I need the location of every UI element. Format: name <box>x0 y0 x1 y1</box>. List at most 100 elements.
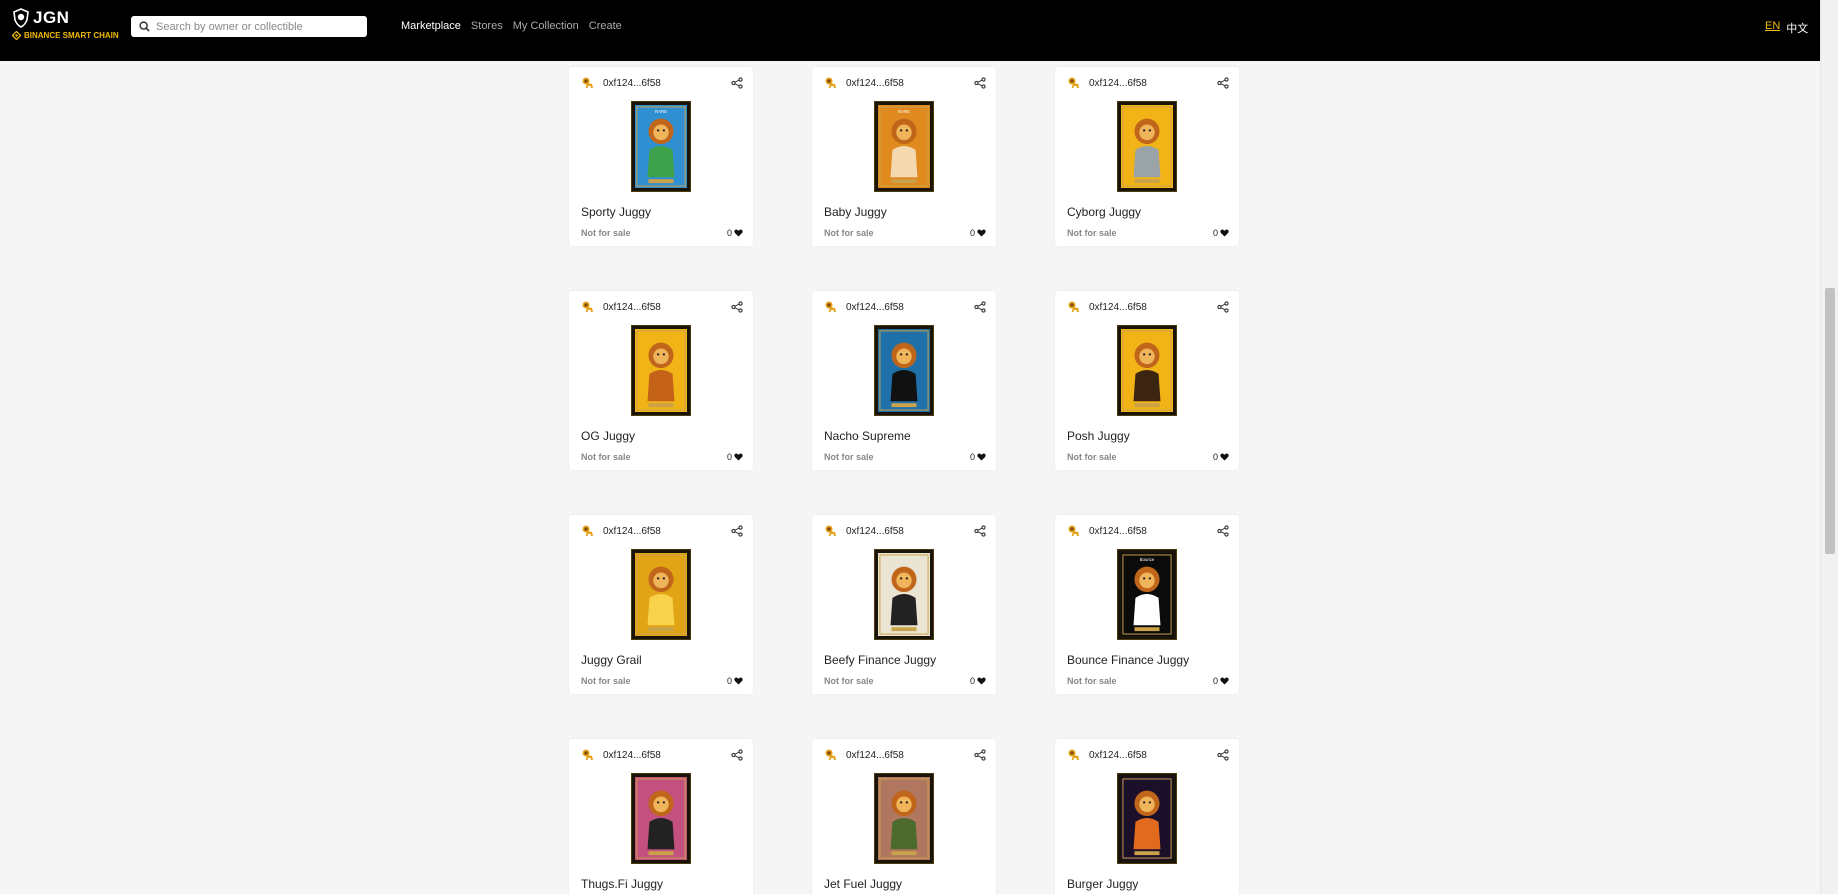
share-icon[interactable] <box>1217 525 1229 537</box>
juggy-artwork <box>1121 329 1173 412</box>
like-counter[interactable]: 0 <box>1213 452 1229 462</box>
collectible-card[interactable]: 0xf124...6f58 Juggy Grail Not for sale 0 <box>569 515 753 694</box>
share-icon[interactable] <box>1217 77 1229 89</box>
heart-icon[interactable] <box>734 677 743 685</box>
owner-address[interactable]: 0xf124...6f58 <box>603 526 731 537</box>
collectible-card[interactable]: 0xf124...6f58 RARE Baby Juggy Not for sa… <box>812 67 996 246</box>
collectible-card[interactable]: 0xf124...6f58 Nacho Supreme Not for sale… <box>812 291 996 470</box>
collectible-card[interactable]: 0xf124...6f58 Beefy Finance Juggy Not fo… <box>812 515 996 694</box>
collectible-name[interactable]: Baby Juggy <box>824 205 887 219</box>
heart-icon[interactable] <box>977 453 986 461</box>
share-icon[interactable] <box>974 525 986 537</box>
like-counter[interactable]: 0 <box>727 452 743 462</box>
nav-create[interactable]: Create <box>589 20 622 32</box>
juggy-artwork <box>878 777 930 860</box>
collectible-image[interactable] <box>631 549 691 640</box>
owner-avatar-icon <box>582 77 593 88</box>
heart-icon[interactable] <box>977 677 986 685</box>
collectible-name[interactable]: Juggy Grail <box>581 653 642 667</box>
like-counter[interactable]: 0 <box>727 676 743 686</box>
collectible-image[interactable] <box>631 773 691 864</box>
collectible-image[interactable]: RARE <box>631 101 691 192</box>
owner-address[interactable]: 0xf124...6f58 <box>603 302 731 313</box>
heart-icon[interactable] <box>1220 229 1229 237</box>
jgn-logo[interactable]: JGN BINANCE SMART CHAIN <box>12 8 127 48</box>
collectible-image[interactable] <box>1117 773 1177 864</box>
owner-address[interactable]: 0xf124...6f58 <box>846 526 974 537</box>
share-icon[interactable] <box>974 749 986 761</box>
like-counter[interactable]: 0 <box>727 228 743 238</box>
collectible-image[interactable] <box>874 773 934 864</box>
search-box[interactable] <box>131 16 367 37</box>
owner-address[interactable]: 0xf124...6f58 <box>846 302 974 313</box>
nav-stores[interactable]: Stores <box>471 20 503 32</box>
collectible-card[interactable]: 0xf124...6f58 OG Juggy Not for sale 0 <box>569 291 753 470</box>
collectible-name[interactable]: Sporty Juggy <box>581 205 651 219</box>
share-icon[interactable] <box>974 301 986 313</box>
collectible-card[interactable]: 0xf124...6f58 Cyborg Juggy Not for sale … <box>1055 67 1239 246</box>
collectible-card[interactable]: 0xf124...6f58 Burger Juggy <box>1055 739 1239 894</box>
collectible-image[interactable] <box>874 549 934 640</box>
like-counter[interactable]: 0 <box>970 452 986 462</box>
share-icon[interactable] <box>1217 749 1229 761</box>
like-counter[interactable]: 0 <box>1213 676 1229 686</box>
like-counter[interactable]: 0 <box>970 676 986 686</box>
juggy-artwork <box>1121 105 1173 188</box>
share-icon[interactable] <box>974 77 986 89</box>
collectible-name[interactable]: Thugs.Fi Juggy <box>581 877 663 891</box>
collectible-card[interactable]: 0xf124...6f58 RARE Sporty Juggy Not for … <box>569 67 753 246</box>
share-icon[interactable] <box>731 749 743 761</box>
heart-icon[interactable] <box>977 229 986 237</box>
collectible-card[interactable]: 0xf124...6f58 Jet Fuel Juggy <box>812 739 996 894</box>
collectible-image[interactable] <box>1117 325 1177 416</box>
share-icon[interactable] <box>731 77 743 89</box>
collectible-card[interactable]: 0xf124...6f58 Thugs.Fi Juggy <box>569 739 753 894</box>
heart-icon[interactable] <box>734 229 743 237</box>
collectible-image[interactable]: Bounce <box>1117 549 1177 640</box>
collectible-name[interactable]: Nacho Supreme <box>824 429 911 443</box>
owner-address[interactable]: 0xf124...6f58 <box>1089 750 1217 761</box>
search-input[interactable] <box>156 20 356 33</box>
lang-en[interactable]: EN <box>1765 20 1780 36</box>
lang-zh[interactable]: 中文 <box>1786 20 1808 36</box>
collectible-name[interactable]: OG Juggy <box>581 429 635 443</box>
collectible-image[interactable] <box>1117 101 1177 192</box>
owner-address[interactable]: 0xf124...6f58 <box>603 750 731 761</box>
juggy-artwork <box>635 777 687 860</box>
owner-avatar-icon <box>825 301 836 312</box>
nav-my-collection[interactable]: My Collection <box>513 20 579 32</box>
share-icon[interactable] <box>731 525 743 537</box>
page-scrollbar[interactable] <box>1820 0 1838 894</box>
owner-address[interactable]: 0xf124...6f58 <box>846 750 974 761</box>
collectible-name[interactable]: Beefy Finance Juggy <box>824 653 936 667</box>
heart-icon[interactable] <box>734 453 743 461</box>
owner-address[interactable]: 0xf124...6f58 <box>1089 302 1217 313</box>
collectible-image[interactable] <box>631 325 691 416</box>
owner-address[interactable]: 0xf124...6f58 <box>1089 526 1217 537</box>
collectible-name[interactable]: Posh Juggy <box>1067 429 1130 443</box>
owner-address[interactable]: 0xf124...6f58 <box>603 78 731 89</box>
heart-icon[interactable] <box>1220 453 1229 461</box>
collectible-card[interactable]: 0xf124...6f58 Posh Juggy Not for sale 0 <box>1055 291 1239 470</box>
share-icon[interactable] <box>731 301 743 313</box>
like-counter[interactable]: 0 <box>970 228 986 238</box>
juggy-artwork <box>878 329 930 412</box>
collectible-image[interactable] <box>874 325 934 416</box>
collectible-name[interactable]: Cyborg Juggy <box>1067 205 1141 219</box>
owner-address[interactable]: 0xf124...6f58 <box>846 78 974 89</box>
owner-avatar-icon <box>582 301 593 312</box>
collectible-name[interactable]: Bounce Finance Juggy <box>1067 653 1189 667</box>
collectible-name[interactable]: Jet Fuel Juggy <box>824 877 902 891</box>
collectible-image[interactable]: RARE <box>874 101 934 192</box>
like-counter[interactable]: 0 <box>1213 228 1229 238</box>
scrollbar-thumb[interactable] <box>1825 288 1835 554</box>
owner-address[interactable]: 0xf124...6f58 <box>1089 78 1217 89</box>
collectible-name[interactable]: Burger Juggy <box>1067 877 1138 891</box>
owner-avatar-icon <box>1068 77 1079 88</box>
collectible-card[interactable]: 0xf124...6f58 Bounce Bounce Finance Jugg… <box>1055 515 1239 694</box>
heart-icon[interactable] <box>1220 677 1229 685</box>
share-icon[interactable] <box>1217 301 1229 313</box>
juggy-artwork: RARE <box>635 105 687 188</box>
owner-avatar-icon <box>825 77 836 88</box>
nav-marketplace[interactable]: Marketplace <box>401 20 461 32</box>
